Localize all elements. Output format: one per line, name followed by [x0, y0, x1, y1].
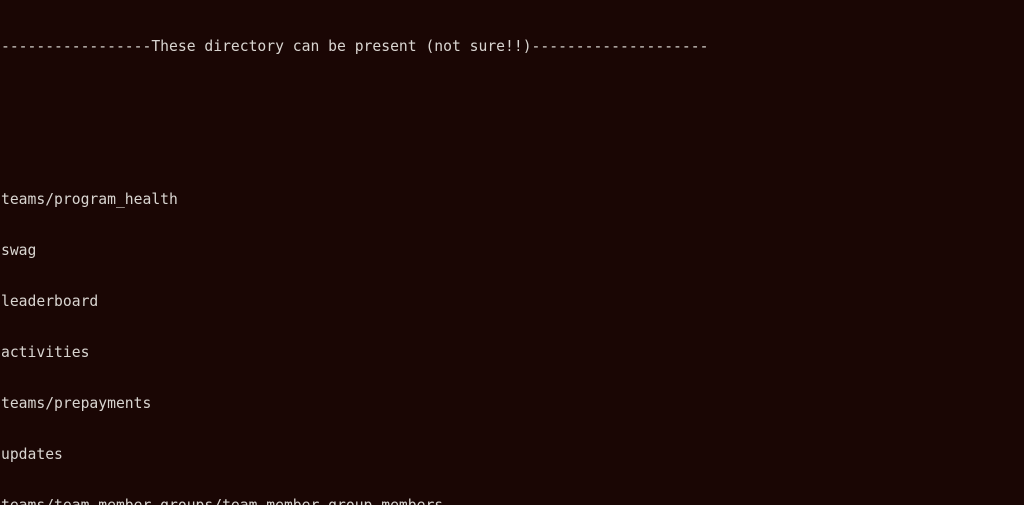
terminal-line: teams/team_member_groups/team_member_gro…: [1, 497, 1024, 505]
terminal-line: swag: [1, 242, 37, 259]
terminal-header-line: -----------------These directory can be …: [1, 38, 709, 55]
terminal-blank-line-1: [1, 89, 1024, 106]
terminal-blank-line-2: [1, 140, 1024, 157]
terminal-line: activities: [1, 344, 90, 361]
terminal-output: -----------------These directory can be …: [1, 4, 1024, 505]
terminal-line: teams/program_health: [1, 191, 178, 208]
terminal-line: teams/prepayments: [1, 395, 152, 412]
terminal-line: leaderboard: [1, 293, 99, 310]
terminal-window[interactable]: -----------------These directory can be …: [0, 0, 1024, 505]
terminal-line: updates: [1, 446, 63, 463]
